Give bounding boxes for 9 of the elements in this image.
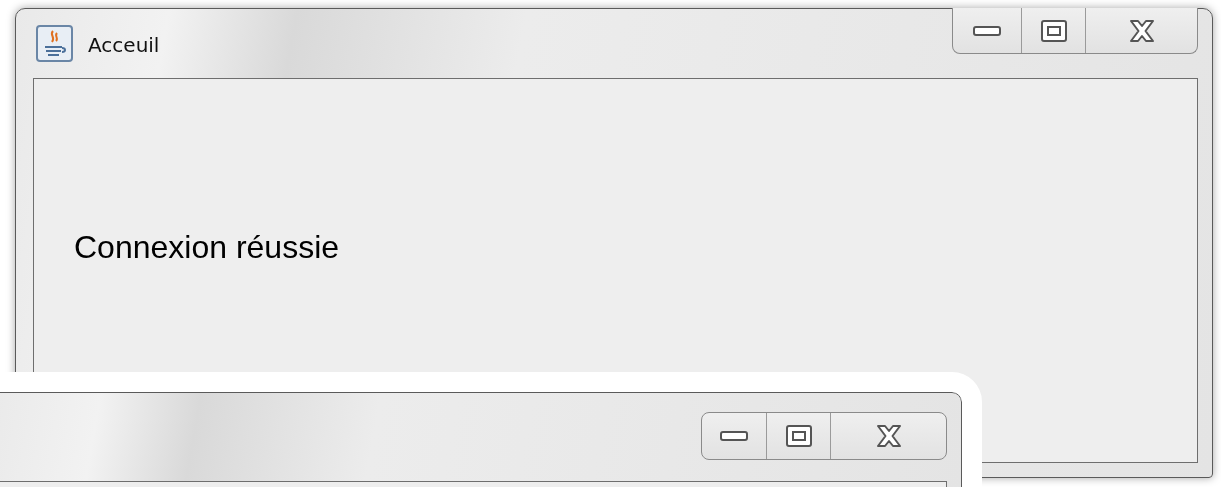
close-icon xyxy=(874,424,903,448)
minimize-icon xyxy=(720,431,748,441)
maximize-icon xyxy=(785,425,812,447)
status-message: Connexion réussie xyxy=(74,229,340,266)
close-icon xyxy=(1127,18,1156,43)
minimize-icon xyxy=(973,25,1001,36)
coffee-cup-icon xyxy=(36,25,73,62)
maximize-icon xyxy=(1040,19,1067,42)
window-title: Acceuil xyxy=(88,33,160,57)
